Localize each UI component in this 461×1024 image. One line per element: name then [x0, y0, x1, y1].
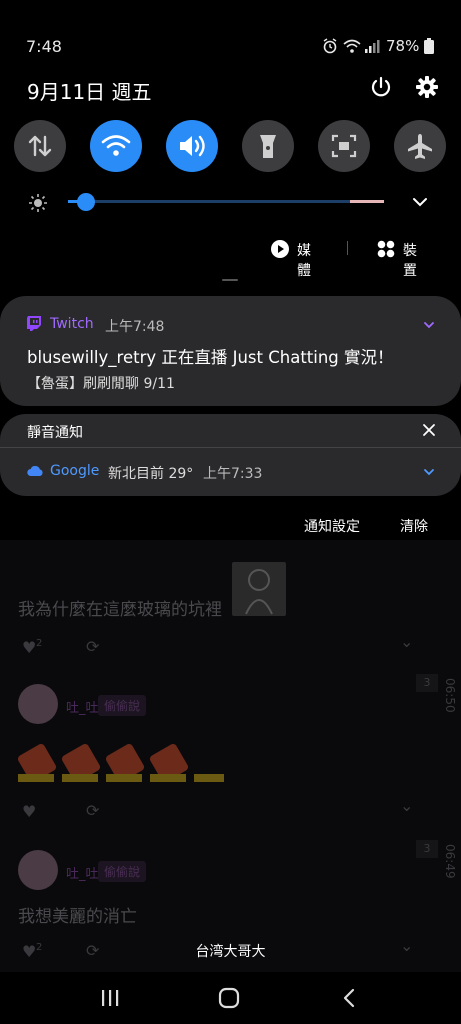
toggle-airplane-mode[interactable]: [394, 120, 446, 172]
power-icon[interactable]: [370, 76, 392, 102]
airplane-icon: [408, 134, 432, 159]
username[interactable]: 吐_吐: [66, 697, 99, 716]
google-notification[interactable]: Google 新北目前 29° 上午7:33: [0, 448, 461, 496]
toggle-wifi[interactable]: [90, 120, 142, 172]
notification-app-name: Google: [50, 463, 100, 479]
gear-icon[interactable]: [416, 76, 438, 102]
chevron-down-icon[interactable]: [410, 194, 430, 214]
cloud-icon: [27, 465, 43, 476]
status-time: 7:48: [26, 37, 62, 56]
back-icon[interactable]: [340, 988, 358, 1008]
notification-settings-button[interactable]: 通知設定: [304, 516, 360, 536]
background-app: 我為什麼在這麼玻璃的坑裡 ♥ 2 ⟳ ⌄ 吐_吐 偷偷說 3 06:50 ♥ ⟳…: [0, 540, 461, 972]
emoji-row: [17, 740, 233, 784]
notification-time: 上午7:33: [203, 466, 263, 482]
toggle-flashlight[interactable]: [242, 120, 294, 172]
chevron-down-icon[interactable]: ⌄: [400, 796, 413, 815]
notification-time: 上午7:48: [105, 319, 165, 335]
toggle-sound[interactable]: [166, 120, 218, 172]
expand-icon[interactable]: [423, 320, 435, 330]
close-icon[interactable]: [422, 423, 436, 437]
post-text: 我想美麗的消亡: [18, 907, 137, 927]
reply-count: 3: [416, 674, 438, 692]
like-icon[interactable]: ♥: [22, 802, 36, 821]
play-icon: [271, 240, 289, 258]
date-text[interactable]: 9月11日 週五: [27, 76, 152, 105]
wifi-icon: [101, 135, 131, 156]
like-icon[interactable]: ♥: [22, 638, 36, 657]
avatar[interactable]: [18, 684, 58, 724]
silent-header: 靜音通知: [27, 425, 83, 441]
meme-image: [232, 562, 286, 616]
post-time: 06:50: [443, 678, 457, 713]
repost-icon[interactable]: ⟳: [86, 801, 99, 820]
expand-icon[interactable]: [423, 467, 435, 477]
username[interactable]: 吐_吐: [66, 863, 99, 882]
notification-app-name: Twitch: [50, 316, 94, 332]
wifi-icon: [343, 38, 361, 58]
post-time: 06:49: [443, 844, 457, 879]
devices-label: 裝置: [403, 243, 417, 279]
reply-count: 3: [416, 840, 438, 858]
recent-apps-icon[interactable]: [100, 988, 120, 1008]
navigation-bar: [0, 972, 461, 1024]
brightness-thumb[interactable]: [77, 193, 96, 211]
divider: [347, 241, 348, 255]
category-tag[interactable]: 偷偷說: [98, 861, 147, 882]
drag-handle[interactable]: [222, 279, 238, 281]
battery-percentage: 78%: [386, 37, 420, 55]
devices-icon: [377, 240, 395, 258]
home-icon[interactable]: [218, 987, 240, 1009]
brightness-high-zone: [350, 200, 384, 203]
data-arrows-icon: [28, 135, 52, 157]
flashlight-icon: [260, 135, 276, 158]
repost-icon[interactable]: ⟳: [86, 637, 99, 656]
like-count: 2: [36, 638, 43, 649]
media-label: 媒體: [297, 243, 311, 279]
screen-capture-icon: [331, 134, 357, 158]
alarm-icon: [322, 38, 338, 58]
volume-icon: [180, 135, 205, 157]
brightness-slider[interactable]: [68, 200, 384, 203]
clear-button[interactable]: 清除: [400, 516, 428, 536]
signal-icon: [364, 38, 380, 58]
avatar[interactable]: [18, 850, 58, 890]
toggle-mobile-data[interactable]: [14, 120, 66, 172]
notification-summary: 新北目前 29°: [108, 466, 194, 482]
notification-body: 【魯蛋】刷刷閒聊 9/11: [27, 376, 175, 392]
silent-notifications-group: 靜音通知 Google 新北目前 29° 上午7:33: [0, 414, 461, 496]
carrier-name: 台湾大哥大: [195, 944, 266, 960]
brightness-icon: [28, 193, 48, 217]
chevron-down-icon[interactable]: ⌄: [400, 632, 413, 651]
category-tag[interactable]: 偷偷說: [98, 695, 147, 716]
twitch-logo-icon: [27, 316, 41, 331]
notification-title: blusewilly_retry 正在直播 Just Chatting 實況！: [27, 348, 394, 367]
post-text: 我為什麼在這麼玻璃的坑裡: [18, 600, 222, 620]
twitch-notification[interactable]: Twitch 上午7:48 blusewilly_retry 正在直播 Just…: [0, 296, 461, 406]
toggle-screen-capture[interactable]: [318, 120, 370, 172]
battery-icon: [424, 38, 434, 58]
